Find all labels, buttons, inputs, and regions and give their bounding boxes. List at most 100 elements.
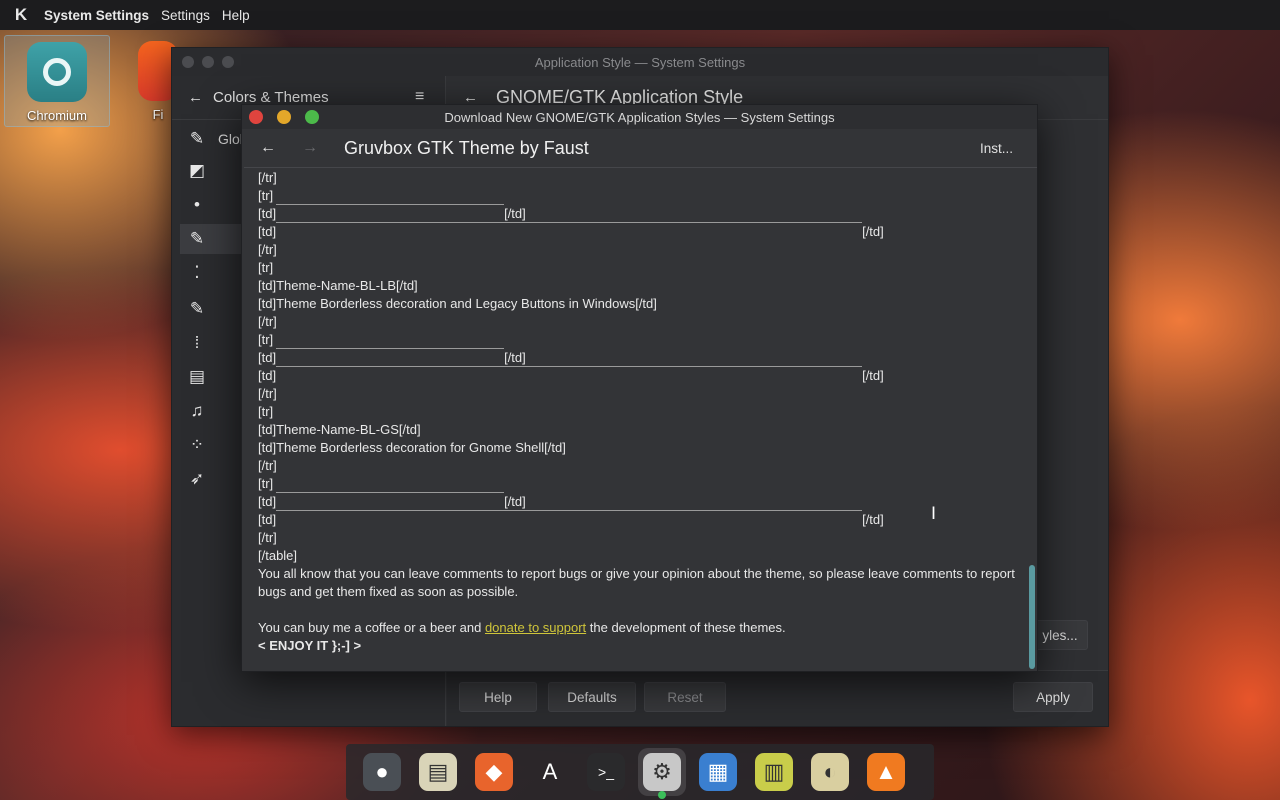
- line-text: [/tr]: [258, 530, 277, 545]
- app-menu-title[interactable]: System Settings: [44, 8, 149, 23]
- reset-button[interactable]: Reset: [644, 682, 726, 712]
- line-text: [td]: [258, 368, 277, 383]
- get-new-styles-label: yles...: [1042, 627, 1078, 643]
- line-text-end: [/td]: [504, 206, 526, 221]
- horizontal-rule: [276, 347, 505, 349]
- theme-description[interactable]: [/tr] [tr] [td] [/td] [td] [/td] [/tr] [tr] [td]…: [258, 169, 1030, 665]
- description-line: [tr]: [258, 331, 1030, 349]
- back-arrow-icon[interactable]: ←: [188, 89, 203, 106]
- gitlab-icon[interactable]: ◆: [470, 748, 518, 796]
- line-text: [td]: [258, 350, 277, 365]
- description-line: [/tr]: [258, 241, 1030, 259]
- description-lines: [/tr] [tr] [td] [/td] [td] [/td] [/tr] [tr] [td]…: [258, 169, 1030, 565]
- minimize-button[interactable]: [277, 110, 291, 124]
- desktop-icon-chromium[interactable]: Chromium: [4, 35, 110, 127]
- description-paragraph: You all know that you can leave comments…: [258, 566, 1015, 599]
- maximize-button[interactable]: [222, 56, 234, 68]
- donate-link[interactable]: donate to support: [485, 619, 586, 637]
- download-styles-dialog: Download New GNOME/GTK Application Style…: [241, 104, 1038, 672]
- description-line: [/table]: [258, 547, 1030, 565]
- description-line: [td]Theme Borderless decoration and Lega…: [258, 295, 1030, 313]
- dock-glyph: ●: [363, 753, 401, 791]
- dock-glyph: ▦: [699, 753, 737, 791]
- menu-settings[interactable]: Settings: [161, 8, 210, 23]
- description-line: [tr]: [258, 403, 1030, 421]
- dock: ● ▤ ◆ A >_ ⚙ ▦ ▥ ◐ ▲: [346, 744, 934, 800]
- color-palette-icon: ◩: [188, 161, 206, 180]
- menu-help[interactable]: Help: [222, 8, 250, 23]
- defaults-button[interactable]: Defaults: [548, 682, 636, 712]
- running-indicator: [658, 791, 666, 799]
- line-text: [/tr]: [258, 386, 277, 401]
- line-text-end: [/td]: [504, 350, 526, 365]
- description-line: [td] [/td]: [258, 491, 1030, 511]
- window-titlebar[interactable]: Application Style — System Settings: [172, 48, 1108, 76]
- defaults-label: Defaults: [567, 689, 617, 705]
- maximize-button[interactable]: [305, 110, 319, 124]
- vlc-icon[interactable]: ▲: [862, 748, 910, 796]
- desktop-icon-label: Chromium: [27, 108, 87, 123]
- desktop-icon-firefox[interactable]: Fi: [118, 35, 178, 127]
- font-viewer-icon[interactable]: A: [526, 748, 574, 796]
- description-line: [tr]: [258, 475, 1030, 493]
- dock-glyph: ▥: [755, 753, 793, 791]
- close-button[interactable]: [182, 56, 194, 68]
- back-arrow-icon[interactable]: ←: [256, 136, 280, 160]
- dialog-titlebar[interactable]: Download New GNOME/GTK Application Style…: [242, 105, 1037, 129]
- description-line: [td] [/td]: [258, 509, 1030, 529]
- dock-glyph: ⚙: [643, 753, 681, 791]
- minimize-button[interactable]: [202, 56, 214, 68]
- line-text: [td]: [258, 512, 277, 527]
- line-text: [/table]: [258, 548, 298, 563]
- dock-glyph: ◐: [811, 753, 849, 791]
- install-button[interactable]: Inst...: [980, 141, 1013, 156]
- description-line: [td]Theme Borderless decoration for Gnom…: [258, 439, 1030, 457]
- archive-icon[interactable]: ▥: [750, 748, 798, 796]
- close-button[interactable]: [249, 110, 263, 124]
- document-viewer-icon[interactable]: ▦: [694, 748, 742, 796]
- theme-title: Gruvbox GTK Theme by Faust: [344, 137, 589, 158]
- desktop-icon-label: Fi: [152, 107, 164, 122]
- line-text: [tr]: [258, 188, 274, 203]
- window-title: Application Style — System Settings: [534, 54, 746, 70]
- dialog-header: ← → Gruvbox GTK Theme by Faust Inst...: [244, 129, 1037, 168]
- help-button[interactable]: Help: [459, 682, 537, 712]
- spinner-icon: ⁘: [189, 435, 205, 454]
- apply-label: Apply: [1036, 689, 1070, 705]
- apply-button[interactable]: Apply: [1013, 682, 1093, 712]
- system-settings-icon[interactable]: ⚙: [638, 748, 686, 799]
- horizontal-rule: [276, 365, 863, 367]
- kde-logo-icon[interactable]: K: [10, 4, 32, 26]
- description-line: [td] [/td]: [258, 347, 1030, 367]
- dock-glyph: >_: [587, 753, 625, 791]
- horizontal-rule: [276, 221, 863, 223]
- scrollbar[interactable]: [1029, 565, 1035, 669]
- description-line: [/tr]: [258, 385, 1030, 403]
- description-line: [/tr]: [258, 313, 1030, 331]
- help-label: Help: [484, 689, 512, 705]
- description-line: [/tr]: [258, 457, 1030, 475]
- mastodon-icon[interactable]: ●: [358, 748, 406, 796]
- line-text: [td]Theme Borderless decoration and Lega…: [258, 296, 657, 311]
- line-text: [tr]: [258, 404, 274, 419]
- music-icon: ♫: [190, 401, 204, 420]
- terminal-icon[interactable]: >_: [582, 748, 630, 796]
- line-text: [td]: [258, 224, 277, 239]
- donate-text-after: the development of these themes.: [586, 620, 786, 635]
- description-line: [td] [/td]: [258, 221, 1030, 241]
- description-line: [/tr]: [258, 169, 1030, 187]
- dock-glyph: ▤: [419, 753, 457, 791]
- description-line: [td] [/td]: [258, 365, 1030, 385]
- brush-icon: ✎: [189, 229, 205, 248]
- gimp-icon[interactable]: ◐: [806, 748, 854, 796]
- dock-glyph: A: [542, 759, 558, 784]
- line-text: [td]: [258, 206, 277, 221]
- file-manager-icon[interactable]: ▤: [414, 748, 462, 796]
- horizontal-rule: [276, 491, 505, 493]
- line-text: [tr]: [258, 332, 274, 347]
- description-line: [td] [/td]: [258, 203, 1030, 223]
- get-new-styles-button[interactable]: yles...: [1032, 620, 1088, 650]
- text-cursor-icon: I: [931, 504, 937, 524]
- forward-arrow-icon[interactable]: →: [298, 136, 322, 160]
